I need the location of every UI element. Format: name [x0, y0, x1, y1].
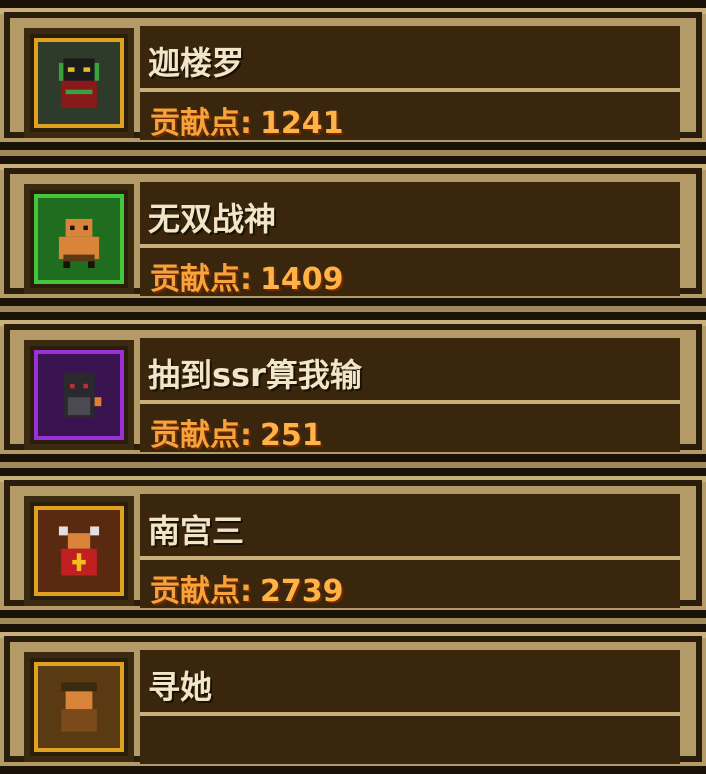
member-name: 抽到ssr算我输	[148, 356, 362, 394]
berserker-avatar-icon	[50, 210, 108, 268]
member-row[interactable]: 抽到ssr算我输 贡献点: 251	[0, 312, 706, 462]
avatar-frame	[34, 194, 124, 284]
contribution-value: 2739	[260, 574, 344, 609]
stat-bar: 贡献点: 1241	[140, 92, 680, 142]
contribution-stat: 贡献点: 1241	[150, 98, 344, 142]
member-avatar[interactable]	[24, 340, 134, 450]
contribution-stat: 贡献点: 251	[150, 410, 323, 454]
priest-avatar-icon	[50, 522, 108, 580]
avatar-frame	[34, 506, 124, 596]
avatar-frame	[34, 350, 124, 440]
member-avatar[interactable]	[24, 652, 134, 762]
contribution-value: 251	[260, 418, 323, 453]
member-row[interactable]: 寻她	[0, 624, 706, 774]
member-name: 迦楼罗	[148, 44, 245, 82]
avatar-frame	[34, 38, 124, 128]
contribution-label: 贡献点:	[150, 106, 252, 141]
contribution-stat: 贡献点: 2739	[150, 566, 344, 610]
contribution-label: 贡献点:	[150, 574, 252, 609]
name-bar: 寻她	[140, 650, 680, 718]
stat-bar: 贡献点: 2739	[140, 560, 680, 610]
stat-bar: 贡献点: 1409	[140, 248, 680, 298]
member-row[interactable]: 无双战神 贡献点: 1409	[0, 156, 706, 306]
avatar-frame	[34, 662, 124, 752]
member-avatar[interactable]	[24, 496, 134, 606]
contribution-label: 贡献点:	[150, 418, 252, 453]
stat-bar: 贡献点: 251	[140, 404, 680, 454]
rogue-avatar-icon	[50, 678, 108, 736]
masked-warrior-avatar-icon	[50, 54, 108, 112]
name-bar: 无双战神	[140, 182, 680, 250]
member-row[interactable]: 南宫三 贡献点: 2739	[0, 468, 706, 618]
member-row[interactable]: 迦楼罗 贡献点: 1241	[0, 0, 706, 150]
contribution-value: 1409	[260, 262, 344, 297]
hooded-assassin-avatar-icon	[50, 366, 108, 424]
name-bar: 迦楼罗	[140, 26, 680, 94]
contribution-value: 1241	[260, 106, 344, 141]
member-name: 无双战神	[148, 200, 277, 238]
member-name: 南宫三	[148, 512, 245, 550]
member-avatar[interactable]	[24, 28, 134, 138]
member-avatar[interactable]	[24, 184, 134, 294]
name-bar: 抽到ssr算我输	[140, 338, 680, 406]
name-bar: 南宫三	[140, 494, 680, 562]
member-name: 寻她	[148, 668, 213, 706]
stat-bar	[140, 716, 680, 764]
contribution-stat: 贡献点: 1409	[150, 254, 344, 298]
contribution-stat	[150, 722, 158, 757]
guild-member-list: 迦楼罗 贡献点: 1241 无双战神 贡献点: 1409 抽到ssr算我输 贡献…	[0, 0, 706, 774]
contribution-label: 贡献点:	[150, 262, 252, 297]
